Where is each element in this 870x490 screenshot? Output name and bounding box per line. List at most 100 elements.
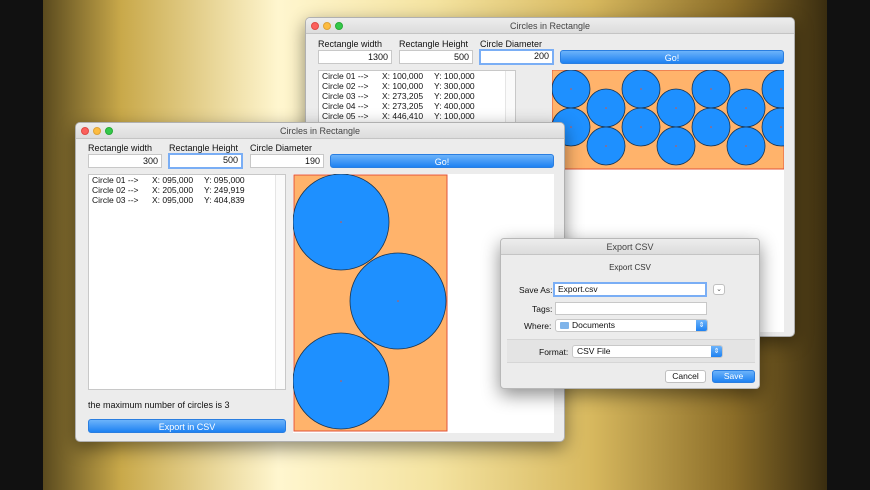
- tags-input[interactable]: [555, 302, 707, 315]
- circle-name: Circle 02 -->: [92, 185, 139, 195]
- circle-center-dot: [340, 380, 342, 382]
- circle-name: Circle 03 -->: [92, 195, 139, 205]
- x-coordinate: X: 095,000: [152, 195, 194, 205]
- circle-name: Circle 04 -->: [322, 101, 369, 111]
- list-item[interactable]: Circle 02 --> X: 100,000 Y: 300,000: [319, 81, 515, 91]
- up-down-arrows-icon: ⇕: [696, 320, 707, 331]
- circle-center-dot: [780, 126, 782, 128]
- list-item[interactable]: Circle 05 --> X: 446,410 Y: 100,000: [319, 111, 515, 121]
- up-down-arrows-icon: ⇕: [711, 346, 722, 357]
- window-title: Circles in Rectangle: [279, 126, 361, 136]
- circle-list[interactable]: Circle 01 --> X: 100,000 Y: 100,000 Circle …: [318, 70, 516, 130]
- x-coordinate: X: 095,000: [152, 175, 194, 185]
- tags-label: Tags:: [532, 304, 553, 314]
- where-value: Documents: [572, 320, 615, 330]
- circle-center-dot: [710, 126, 712, 128]
- circle-center-dot: [780, 88, 782, 90]
- close-icon[interactable]: [311, 22, 319, 30]
- rect-width-input[interactable]: 300: [88, 154, 162, 168]
- list-scrollbar[interactable]: [505, 71, 515, 129]
- list-item[interactable]: Circle 03 --> X: 095,000 Y: 404,839: [89, 195, 285, 205]
- circle-name: Circle 05 -->: [322, 111, 369, 121]
- where-label: Where:: [524, 321, 552, 331]
- front-window-titlebar[interactable]: Circles in Rectangle: [76, 123, 564, 139]
- front-window: Circles in Rectangle Rectangle width Rec…: [75, 122, 565, 442]
- zoom-icon[interactable]: [105, 127, 113, 135]
- circle-center-dot: [397, 300, 399, 302]
- list-item[interactable]: Circle 04 --> X: 273,205 Y: 400,000: [319, 101, 515, 111]
- minimize-icon[interactable]: [93, 127, 101, 135]
- y-coordinate: Y: 100,000: [434, 111, 475, 121]
- expand-chevron-down-icon[interactable]: ⌄: [713, 284, 725, 295]
- format-label: Format:: [539, 347, 569, 357]
- format-value: CSV File: [577, 346, 611, 356]
- export-csv-button[interactable]: Export in CSV: [88, 419, 286, 433]
- x-coordinate: X: 205,000: [152, 185, 194, 195]
- circle-center-dot: [605, 107, 607, 109]
- circle-diameter-input[interactable]: 190: [250, 154, 324, 168]
- circle-name: Circle 02 -->: [322, 81, 369, 91]
- back-window-titlebar[interactable]: Circles in Rectangle: [306, 18, 794, 34]
- circle-name: Circle 01 -->: [322, 71, 369, 81]
- save-as-input[interactable]: Export.csv: [553, 282, 707, 297]
- x-coordinate: X: 273,205: [382, 101, 424, 111]
- cancel-button[interactable]: Cancel: [665, 370, 706, 383]
- rect-height-input[interactable]: 500: [399, 50, 473, 64]
- x-coordinate: X: 446,410: [382, 111, 424, 121]
- circle-center-dot: [640, 126, 642, 128]
- y-coordinate: Y: 100,000: [434, 71, 475, 81]
- circle-center-dot: [340, 221, 342, 223]
- where-popup[interactable]: Documents ⇕: [555, 319, 708, 332]
- rect-width-input[interactable]: 1300: [318, 50, 392, 64]
- x-coordinate: X: 100,000: [382, 81, 424, 91]
- y-coordinate: Y: 300,000: [434, 81, 475, 91]
- dialog-titlebar: Export CSV: [501, 239, 759, 255]
- circle-diameter-input[interactable]: 200: [479, 49, 554, 65]
- circle-list[interactable]: Circle 01 --> X: 095,000 Y: 095,000 Circle …: [88, 174, 286, 390]
- y-coordinate: Y: 404,839: [204, 195, 245, 205]
- save-as-label: Save As:: [519, 285, 553, 295]
- circle-center-dot: [675, 107, 677, 109]
- circle-center-dot: [570, 88, 572, 90]
- circle-name: Circle 01 -->: [92, 175, 139, 185]
- zoom-icon[interactable]: [335, 22, 343, 30]
- save-button[interactable]: Save: [712, 370, 755, 383]
- y-coordinate: Y: 095,000: [204, 175, 245, 185]
- circle-center-dot: [675, 145, 677, 147]
- close-icon[interactable]: [81, 127, 89, 135]
- minimize-icon[interactable]: [323, 22, 331, 30]
- circle-name: Circle 03 -->: [322, 91, 369, 101]
- rect-height-label: Rectangle Height: [399, 39, 469, 49]
- circle-center-dot: [570, 126, 572, 128]
- circle-diameter-label: Circle Diameter: [250, 143, 313, 153]
- y-coordinate: Y: 400,000: [434, 101, 475, 111]
- rect-height-label: Rectangle Height: [169, 143, 239, 153]
- rect-width-label: Rectangle width: [88, 143, 153, 153]
- folder-icon: [560, 322, 569, 329]
- x-coordinate: X: 273,205: [382, 91, 424, 101]
- export-csv-dialog: Export CSV Export CSV Save As: Export.cs…: [500, 238, 760, 389]
- list-item[interactable]: Circle 01 --> X: 095,000 Y: 095,000: [89, 175, 285, 185]
- dialog-subtitle: Export CSV: [609, 263, 651, 272]
- rect-height-input[interactable]: 500: [168, 153, 243, 169]
- result-text: the maximum number of circles is 3: [88, 400, 230, 410]
- window-title: Circles in Rectangle: [509, 21, 591, 31]
- list-scrollbar[interactable]: [275, 175, 285, 389]
- x-coordinate: X: 100,000: [382, 71, 424, 81]
- list-item[interactable]: Circle 03 --> X: 273,205 Y: 200,000: [319, 91, 515, 101]
- circle-center-dot: [745, 107, 747, 109]
- go-button[interactable]: Go!: [330, 154, 554, 168]
- y-coordinate: Y: 200,000: [434, 91, 475, 101]
- circle-center-dot: [745, 145, 747, 147]
- list-item[interactable]: Circle 02 --> X: 205,000 Y: 249,919: [89, 185, 285, 195]
- go-button[interactable]: Go!: [560, 50, 784, 64]
- y-coordinate: Y: 249,919: [204, 185, 245, 195]
- dialog-title: Export CSV: [606, 242, 654, 252]
- circle-center-dot: [640, 88, 642, 90]
- circle-center-dot: [710, 88, 712, 90]
- list-item[interactable]: Circle 01 --> X: 100,000 Y: 100,000: [319, 71, 515, 81]
- circle-diameter-label: Circle Diameter: [480, 39, 543, 49]
- circle-center-dot: [605, 145, 607, 147]
- format-popup[interactable]: CSV File ⇕: [572, 345, 723, 358]
- rect-width-label: Rectangle width: [318, 39, 383, 49]
